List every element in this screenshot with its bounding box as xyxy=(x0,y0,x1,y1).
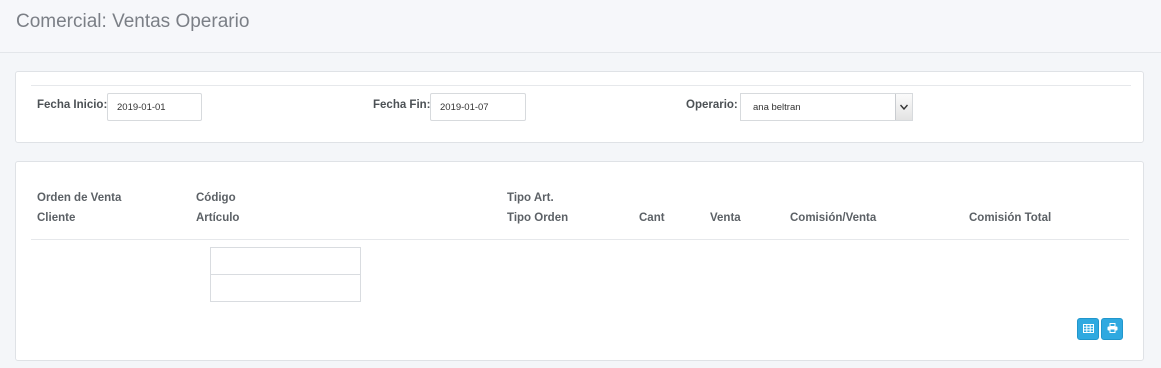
operator-label: Operario: xyxy=(686,99,738,111)
filter-panel: Fecha Inicio: Fecha Fin: Operario: ana b… xyxy=(15,71,1144,143)
end-date-input[interactable] xyxy=(430,93,526,121)
column-header-commission-total[interactable]: Comisión Total xyxy=(969,188,1051,228)
results-panel: Orden de Venta Cliente Código Artículo T… xyxy=(15,161,1144,361)
start-date-input[interactable] xyxy=(107,93,202,121)
column-header-order-client[interactable]: Orden de Venta Cliente xyxy=(37,188,121,228)
start-date-label: Fecha Inicio: xyxy=(37,99,108,111)
export-excel-button[interactable] xyxy=(1077,318,1099,340)
chevron-down-icon[interactable] xyxy=(895,94,912,120)
article-filter-input[interactable] xyxy=(210,274,361,302)
column-header-code-article[interactable]: Código Artículo xyxy=(196,188,239,228)
column-header-quantity[interactable]: Cant xyxy=(639,188,665,228)
operator-select[interactable]: ana beltran xyxy=(740,93,913,121)
page-title: Comercial: Ventas Operario xyxy=(16,11,250,32)
table-header-divider xyxy=(31,239,1129,240)
print-button[interactable] xyxy=(1101,318,1123,340)
page-header: Comercial: Ventas Operario xyxy=(0,0,1161,53)
divider xyxy=(31,85,1131,86)
print-icon xyxy=(1107,320,1118,338)
operator-selected-value: ana beltran xyxy=(753,102,801,113)
table-icon xyxy=(1082,320,1094,338)
column-header-sale[interactable]: Venta xyxy=(710,188,741,228)
column-header-type[interactable]: Tipo Art. Tipo Orden xyxy=(507,188,568,228)
column-header-commission-sale[interactable]: Comisión/Venta xyxy=(790,188,876,228)
end-date-label: Fecha Fin: xyxy=(373,99,431,111)
code-filter-input[interactable] xyxy=(210,247,361,275)
